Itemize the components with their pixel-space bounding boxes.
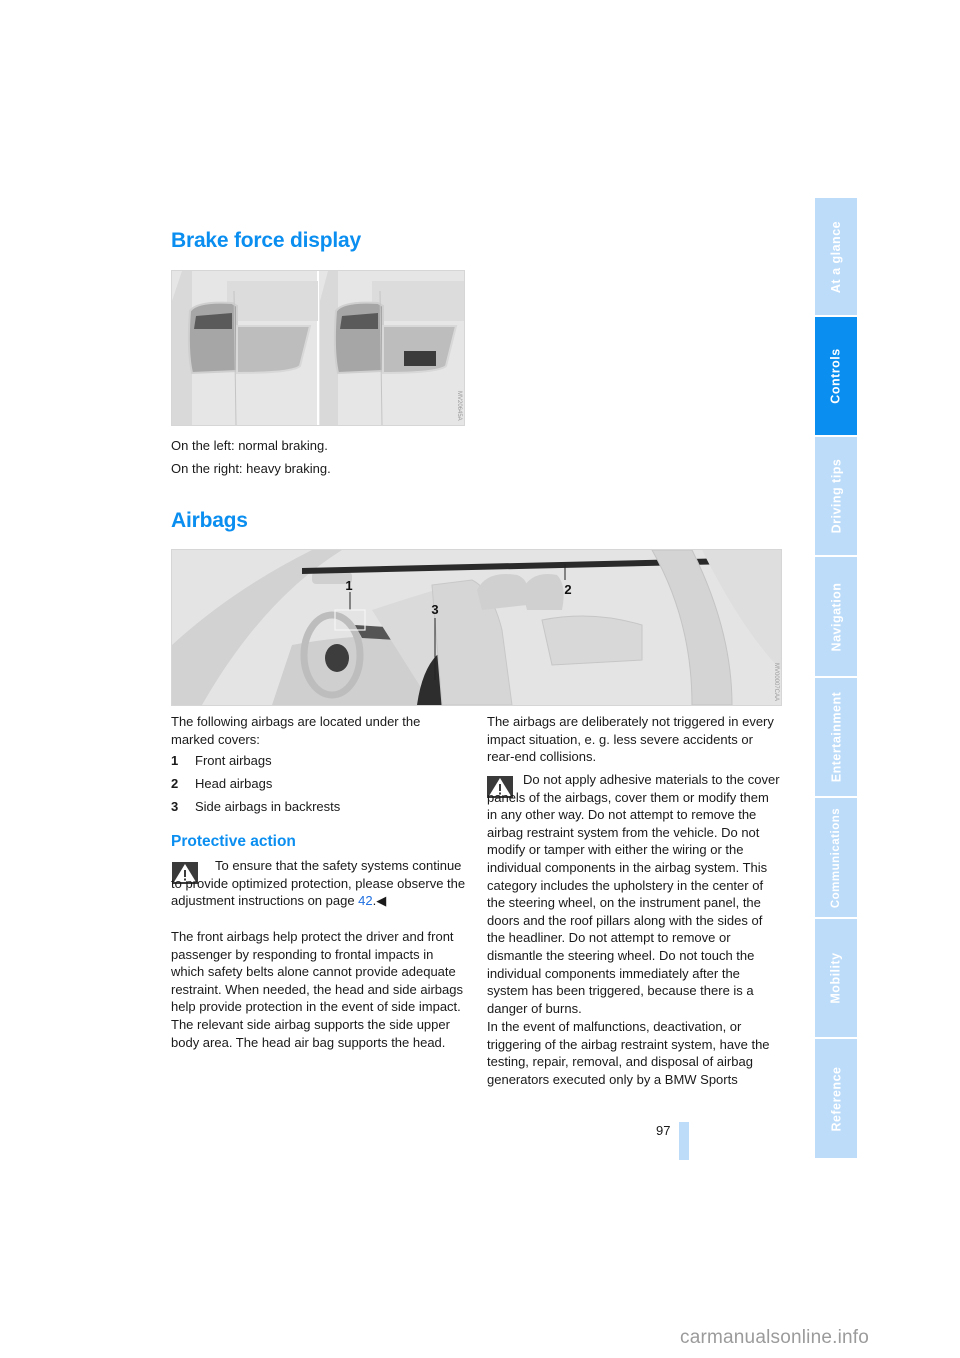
tab-mobility[interactable]: Mobility — [815, 919, 857, 1037]
list-item: 2 Head airbags — [171, 776, 272, 791]
watermark: carmanualsonline.info — [680, 1327, 870, 1348]
airbags-figure: 1 2 3 MV00007CAA — [171, 549, 782, 706]
tab-driving-tips[interactable]: Driving tips — [815, 437, 857, 555]
callout-label-3: 3 — [431, 602, 438, 617]
callout-label-2: 2 — [564, 582, 571, 597]
protective-action-heading: Protective action — [171, 833, 296, 850]
list-item: 1 Front airbags — [171, 753, 272, 768]
list-number: 3 — [171, 799, 179, 814]
airbags-heading: Airbags — [171, 509, 248, 532]
brake-force-heading: Brake force display — [171, 229, 361, 252]
warning-adhesive: Do not apply adhesive materials to the c… — [487, 772, 780, 1016]
callout-label-1: 1 — [345, 578, 352, 593]
list-number: 1 — [171, 753, 179, 768]
tab-label: At a glance — [829, 220, 843, 293]
front-airbags-paragraph: The front airbags help protect the drive… — [171, 929, 463, 1050]
tab-label: Navigation — [829, 582, 843, 651]
figure-code: MV00007CAA — [773, 662, 779, 701]
page-link[interactable]: 42 — [358, 893, 372, 908]
malfunction-paragraph: In the event of malfunctions, deactivati… — [487, 1019, 770, 1087]
brake-lights-illustration — [172, 271, 464, 425]
tab-controls[interactable]: Controls — [815, 317, 857, 435]
list-label: Front airbags — [195, 753, 272, 768]
warning-adjustment: To ensure that the safety systems contin… — [171, 857, 466, 910]
page-number: 97 — [656, 1123, 671, 1138]
list-number: 2 — [171, 776, 179, 791]
car-interior-illustration: 1 2 3 — [172, 550, 781, 705]
tab-label: Communications — [830, 807, 843, 908]
tab-label: Reference — [829, 1066, 844, 1131]
tab-label: Mobility — [829, 952, 843, 1004]
figure-code: MV20645A — [456, 391, 462, 421]
tab-reference[interactable]: Reference — [815, 1039, 857, 1158]
tab-navigation[interactable]: Navigation — [815, 557, 857, 676]
warning-text: To ensure that the safety systems contin… — [171, 858, 466, 909]
tab-entertainment[interactable]: Entertainment — [815, 678, 857, 796]
list-label: Head airbags — [195, 776, 273, 791]
airbags-intro: The following airbags are located under … — [171, 714, 421, 747]
not-triggered-paragraph: The airbags are deliberately not trigger… — [487, 714, 774, 765]
end-mark: .◀ — [372, 893, 387, 909]
tab-label: Controls — [829, 348, 844, 404]
brake-caption-right: On the right: heavy braking. — [171, 461, 331, 476]
tab-communications[interactable]: Communications — [815, 798, 857, 917]
tab-label: Entertainment — [829, 691, 844, 783]
list-item: 3 Side airbags in backrests — [171, 799, 340, 814]
page-marker-bar — [679, 1122, 689, 1160]
tab-at-a-glance[interactable]: At a glance — [815, 198, 857, 315]
brake-caption-left: On the left: normal braking. — [171, 438, 328, 453]
brake-lights-figure: MV20645A — [171, 270, 465, 426]
tab-label: Driving tips — [829, 458, 844, 534]
list-label: Side airbags in backrests — [195, 799, 341, 814]
